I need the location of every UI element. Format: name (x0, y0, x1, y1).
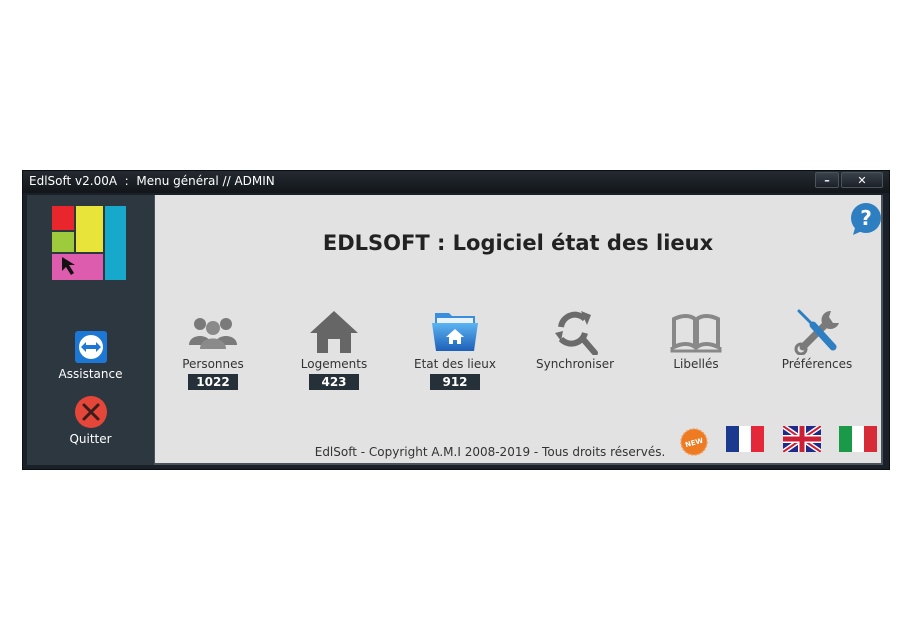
close-circle-icon (74, 396, 107, 428)
tile-libelles-label: Libellés (673, 357, 719, 371)
tile-etat-des-lieux-label: Etat des lieux (414, 357, 496, 371)
page-title: EDLSOFT : Logiciel état des lieux (322, 231, 714, 255)
minimize-button[interactable]: – (815, 172, 839, 188)
sync-search-icon (555, 311, 598, 355)
book-icon (670, 314, 722, 353)
window-body: Assistance Quitter EDLSOFT : Logiciel ét… (27, 195, 883, 465)
house-icon (310, 311, 358, 353)
flag-it-icon[interactable] (839, 426, 877, 452)
tile-libelles[interactable]: Libellés (636, 307, 756, 371)
new-badge-icon[interactable]: NEW (680, 428, 708, 456)
tile-personnes[interactable]: Personnes 1022 (153, 307, 273, 390)
close-button[interactable]: ✕ (841, 172, 883, 188)
tools-icon (794, 309, 839, 355)
tile-personnes-label: Personnes (182, 357, 244, 371)
quit-button[interactable]: Quitter (27, 395, 154, 446)
svg-text:?: ? (860, 206, 872, 230)
tile-synchroniser-label: Synchroniser (535, 357, 615, 371)
etat-des-lieux-count: 912 (430, 374, 480, 390)
flag-uk-icon[interactable] (783, 426, 821, 452)
logo-cyan-block (105, 206, 126, 280)
logo-red-block (52, 206, 74, 230)
tile-etat-des-lieux[interactable]: Etat des lieux 912 (395, 307, 515, 390)
logo-yellow-block (76, 206, 103, 252)
assistance-label: Assistance (58, 367, 123, 381)
tile-preferences-label: Préférences (781, 357, 853, 371)
main-panel: EDLSOFT : Logiciel état des lieux ? Pers… (155, 195, 881, 463)
sidebar: Assistance Quitter (27, 195, 154, 465)
flag-fr-icon[interactable] (726, 426, 764, 452)
logo-green-block (52, 232, 74, 252)
personnes-count: 1022 (188, 374, 238, 390)
app-window: EdlSoft v2.00A : Menu général // ADMIN –… (22, 170, 890, 470)
title-bar[interactable]: EdlSoft v2.00A : Menu général // ADMIN –… (23, 171, 889, 193)
window-title: EdlSoft v2.00A : Menu général // ADMIN (29, 174, 275, 188)
help-bubble-icon[interactable]: ? (849, 202, 883, 236)
teamviewer-icon (74, 331, 107, 363)
assistance-button[interactable]: Assistance (27, 330, 154, 381)
tile-preferences[interactable]: Préférences (757, 307, 877, 371)
tile-logements-label: Logements (300, 357, 368, 371)
people-icon (189, 318, 237, 349)
logements-count: 423 (309, 374, 359, 390)
tile-logements[interactable]: Logements 423 (274, 307, 394, 390)
tile-synchroniser[interactable]: Synchroniser (515, 307, 635, 371)
quit-label: Quitter (69, 432, 112, 446)
edlsoft-logo (52, 206, 126, 280)
copyright-footer: EdlSoft - Copyright A.M.I 2008-2019 - To… (314, 445, 666, 459)
folder-house-icon (432, 313, 478, 351)
cursor-arrow-icon (62, 257, 75, 275)
